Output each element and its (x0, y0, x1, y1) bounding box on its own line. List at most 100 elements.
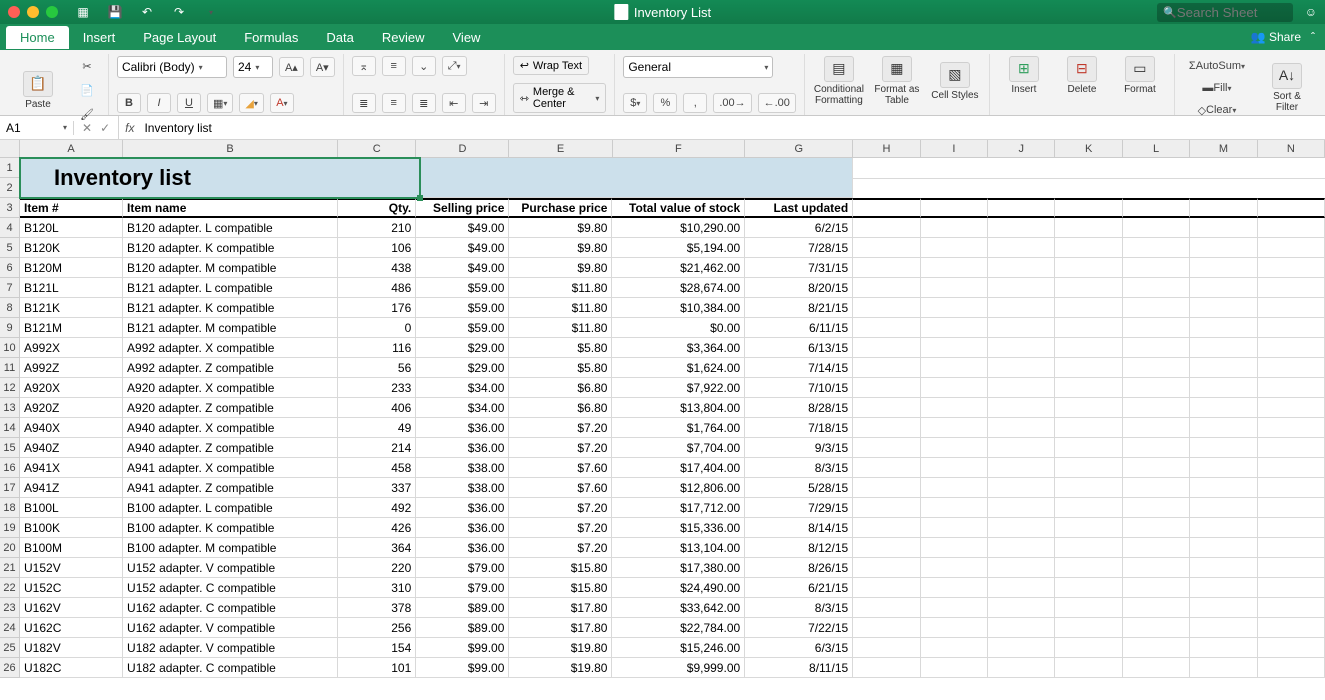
insert-cells-button[interactable]: ⊞Insert (998, 56, 1050, 95)
cell-B[interactable]: A941 adapter. X compatible (123, 458, 338, 478)
cell[interactable] (1123, 358, 1190, 378)
cell-E[interactable]: $6.80 (509, 378, 612, 398)
cell[interactable] (1055, 618, 1122, 638)
cell-C[interactable]: 56 (338, 358, 416, 378)
row-header[interactable]: 17 (0, 478, 20, 498)
cell-B[interactable]: A992 adapter. X compatible (123, 338, 338, 358)
cell-B[interactable]: B120 adapter. M compatible (123, 258, 338, 278)
cell-G[interactable]: 9/3/15 (745, 438, 853, 458)
align-middle-icon[interactable]: ≡ (382, 56, 406, 76)
cell-F[interactable]: $24,490.00 (612, 578, 745, 598)
cell[interactable] (853, 378, 920, 398)
cell[interactable] (1190, 278, 1257, 298)
cell[interactable] (1123, 298, 1190, 318)
cell[interactable] (1258, 278, 1325, 298)
clear-button[interactable]: ◇ Clear ▾ (1183, 100, 1251, 120)
select-all-corner[interactable] (0, 140, 20, 158)
cell-E[interactable]: $7.20 (509, 518, 612, 538)
cell-A[interactable]: A940X (20, 418, 123, 438)
cell-styles-button[interactable]: ▧Cell Styles (929, 62, 981, 101)
cell-F[interactable]: $15,246.00 (612, 638, 745, 658)
cell[interactable] (1123, 398, 1190, 418)
cell-D[interactable]: $49.00 (416, 258, 509, 278)
cell[interactable] (921, 578, 988, 598)
cell[interactable] (853, 358, 920, 378)
cell-A[interactable]: A920X (20, 378, 123, 398)
worksheet-grid[interactable]: ABCDEFGHIJKLMN 12Inventory list3Item #It… (0, 140, 1325, 678)
cell[interactable] (853, 458, 920, 478)
cell[interactable] (921, 498, 988, 518)
cell-B[interactable]: B120 adapter. L compatible (123, 218, 338, 238)
cell-E[interactable]: $15.80 (509, 578, 612, 598)
cell[interactable] (1055, 318, 1122, 338)
row-header[interactable]: 26 (0, 658, 20, 678)
increase-font-icon[interactable]: A▴ (279, 57, 304, 77)
cell-G[interactable]: 8/3/15 (745, 598, 853, 618)
cell[interactable] (1123, 438, 1190, 458)
column-header-L[interactable]: L (1123, 140, 1190, 158)
cell-F[interactable]: $15,336.00 (612, 518, 745, 538)
enter-formula-icon[interactable]: ✓ (100, 121, 110, 135)
cell-D[interactable]: $99.00 (416, 638, 509, 658)
cell[interactable] (1190, 398, 1257, 418)
cell[interactable] (1055, 178, 1122, 179)
format-as-table-button[interactable]: ▦Format as Table (871, 56, 923, 106)
cell-C[interactable]: 106 (338, 238, 416, 258)
cell-F[interactable]: $7,922.00 (612, 378, 745, 398)
cell-F[interactable]: $13,804.00 (612, 398, 745, 418)
column-header-D[interactable]: D (416, 140, 509, 158)
cell[interactable] (853, 578, 920, 598)
cell-G[interactable]: 8/3/15 (745, 458, 853, 478)
cell-C[interactable]: 256 (338, 618, 416, 638)
cell-A[interactable]: A992X (20, 338, 123, 358)
cell-F[interactable]: $7,704.00 (612, 438, 745, 458)
column-header-G[interactable]: G (745, 140, 853, 158)
cell-G[interactable]: 7/28/15 (745, 238, 853, 258)
cell[interactable] (988, 338, 1055, 358)
save-icon[interactable]: 💾 (106, 3, 124, 21)
table-header-A[interactable]: Item # (20, 198, 123, 218)
increase-indent-icon[interactable]: ⇥ (472, 93, 496, 113)
cell-E[interactable]: $11.80 (509, 298, 612, 318)
cell[interactable] (853, 318, 920, 338)
cell-G[interactable]: 8/28/15 (745, 398, 853, 418)
cell[interactable] (1258, 438, 1325, 458)
cell[interactable] (988, 418, 1055, 438)
cell[interactable] (921, 258, 988, 278)
cancel-formula-icon[interactable]: ✕ (82, 121, 92, 135)
cell[interactable] (988, 378, 1055, 398)
cell[interactable] (921, 378, 988, 398)
title-cell[interactable]: Inventory list (20, 158, 853, 198)
cell[interactable] (921, 358, 988, 378)
cell[interactable] (1258, 298, 1325, 318)
cell-C[interactable]: 210 (338, 218, 416, 238)
cell-D[interactable]: $34.00 (416, 378, 509, 398)
cell[interactable] (1190, 318, 1257, 338)
cell[interactable] (1258, 178, 1325, 179)
cell[interactable] (1055, 438, 1122, 458)
row-header[interactable]: 18 (0, 498, 20, 518)
cell-B[interactable]: B100 adapter. L compatible (123, 498, 338, 518)
cell-B[interactable]: A940 adapter. X compatible (123, 418, 338, 438)
row-header[interactable]: 11 (0, 358, 20, 378)
cell[interactable] (921, 538, 988, 558)
cell-D[interactable]: $79.00 (416, 558, 509, 578)
increase-decimal-icon[interactable]: .00→ (713, 93, 751, 113)
tab-page-layout[interactable]: Page Layout (129, 26, 230, 49)
cell[interactable] (988, 658, 1055, 678)
cell-G[interactable]: 6/13/15 (745, 338, 853, 358)
cell-F[interactable]: $10,290.00 (612, 218, 745, 238)
cell[interactable] (1258, 398, 1325, 418)
row-header[interactable]: 9 (0, 318, 20, 338)
cell-D[interactable]: $29.00 (416, 358, 509, 378)
cell[interactable] (921, 638, 988, 658)
cell-E[interactable]: $7.20 (509, 538, 612, 558)
row-header[interactable]: 2 (0, 178, 20, 198)
cell-A[interactable]: B100K (20, 518, 123, 538)
cell-A[interactable]: B100M (20, 538, 123, 558)
cell[interactable] (853, 658, 920, 678)
cell-G[interactable]: 6/3/15 (745, 638, 853, 658)
cell-E[interactable]: $19.80 (509, 638, 612, 658)
font-size-select[interactable]: 24▾ (233, 56, 273, 78)
format-cells-button[interactable]: ▭Format (1114, 56, 1166, 95)
